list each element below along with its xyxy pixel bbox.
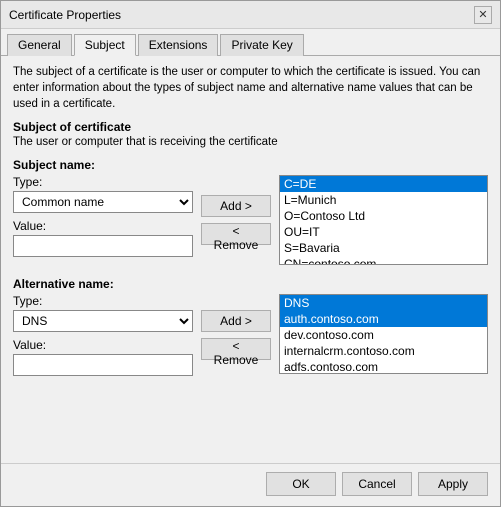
subject-name-area: Type: Common name Organization OU State … <box>13 175 488 265</box>
certificate-properties-window: Certificate Properties ✕ General Subject… <box>0 0 501 507</box>
apply-button[interactable]: Apply <box>418 472 488 496</box>
alt-name-area: Type: DNS Email IP URI Value: Add > < Re… <box>13 294 488 376</box>
alt-type-select[interactable]: DNS Email IP URI <box>13 310 193 332</box>
tab-general[interactable]: General <box>7 34 72 56</box>
subject-remove-button[interactable]: < Remove <box>201 223 271 245</box>
alt-right-panel: DNS auth.contoso.com dev.contoso.com int… <box>279 294 488 376</box>
alt-name-group-label: Alternative name: <box>13 277 488 291</box>
alt-middle-buttons: Add > < Remove <box>201 294 271 376</box>
tab-private-key[interactable]: Private Key <box>220 34 303 56</box>
subject-add-button[interactable]: Add > <box>201 195 271 217</box>
list-item[interactable]: dev.contoso.com <box>280 327 487 343</box>
tabs-row: General Subject Extensions Private Key <box>1 29 500 56</box>
alt-list[interactable]: DNS auth.contoso.com dev.contoso.com int… <box>279 294 488 374</box>
description-text: The subject of a certificate is the user… <box>13 64 488 112</box>
tab-extensions[interactable]: Extensions <box>138 34 219 56</box>
bottom-buttons: OK Cancel Apply <box>1 463 500 506</box>
alt-value-label: Value: <box>13 338 193 352</box>
tab-subject[interactable]: Subject <box>74 34 136 56</box>
window-title: Certificate Properties <box>9 8 121 22</box>
list-item[interactable]: L=Munich <box>280 192 487 208</box>
subject-middle-buttons: Add > < Remove <box>201 175 271 265</box>
list-item[interactable]: adfs.contoso.com <box>280 359 487 374</box>
subject-right-panel: C=DE L=Munich O=Contoso Ltd OU=IT S=Bava… <box>279 175 488 265</box>
value-input[interactable] <box>13 235 193 257</box>
title-bar: Certificate Properties ✕ <box>1 1 500 29</box>
list-item[interactable]: auth.contoso.com <box>280 311 487 327</box>
alt-remove-button[interactable]: < Remove <box>201 338 271 360</box>
list-item[interactable]: C=DE <box>280 176 487 192</box>
subject-of-cert-label: Subject of certificate <box>13 120 488 134</box>
type-select[interactable]: Common name Organization OU State Countr… <box>13 191 193 213</box>
subject-left-panel: Type: Common name Organization OU State … <box>13 175 193 265</box>
list-item[interactable]: O=Contoso Ltd <box>280 208 487 224</box>
alt-left-panel: Type: DNS Email IP URI Value: <box>13 294 193 376</box>
list-item[interactable]: OU=IT <box>280 224 487 240</box>
subject-list[interactable]: C=DE L=Munich O=Contoso Ltd OU=IT S=Bava… <box>279 175 488 265</box>
type-label: Type: <box>13 175 193 189</box>
list-item[interactable]: S=Bavaria <box>280 240 487 256</box>
alt-add-button[interactable]: Add > <box>201 310 271 332</box>
cancel-button[interactable]: Cancel <box>342 472 412 496</box>
alt-type-label: Type: <box>13 294 193 308</box>
value-label: Value: <box>13 219 193 233</box>
subject-name-group-label: Subject name: <box>13 158 488 172</box>
alt-value-input[interactable] <box>13 354 193 376</box>
ok-button[interactable]: OK <box>266 472 336 496</box>
close-button[interactable]: ✕ <box>474 6 492 24</box>
alt-list-header: DNS <box>280 295 487 311</box>
list-item[interactable]: CN=contoso.com <box>280 256 487 265</box>
list-item[interactable]: internalcrm.contoso.com <box>280 343 487 359</box>
subject-sublabel: The user or computer that is receiving t… <box>13 136 488 148</box>
tab-content: The subject of a certificate is the user… <box>1 56 500 463</box>
